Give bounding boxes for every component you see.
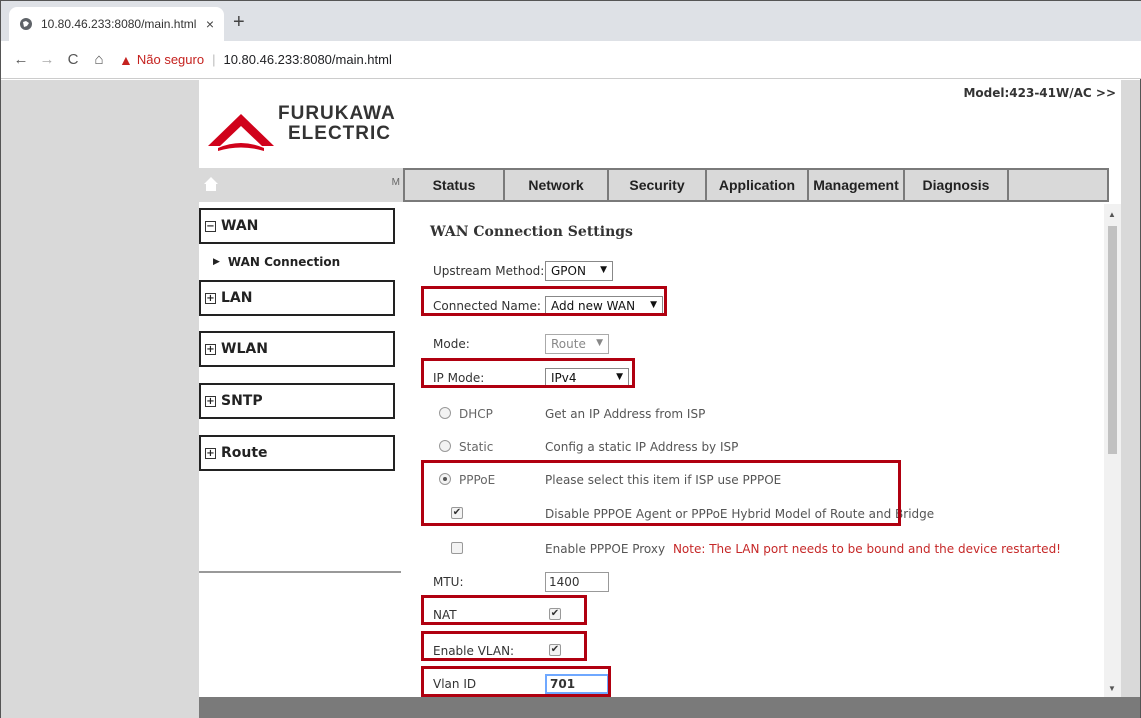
menu-blank: [1007, 170, 1109, 200]
home-bar-label: M: [391, 177, 400, 188]
main-menu: Status Network Security Application Mana…: [403, 168, 1109, 202]
page-title: WAN Connection Settings: [430, 224, 633, 240]
model-link[interactable]: Model:423-41W/AC >>: [963, 86, 1116, 100]
scroll-up-icon[interactable]: ▲: [1108, 210, 1116, 219]
close-tab-icon[interactable]: ×: [206, 16, 214, 32]
mode-value: Route: [551, 337, 586, 351]
home-button[interactable]: ⌂: [87, 48, 111, 72]
mode-select[interactable]: Route ▼: [545, 334, 609, 354]
wan-settings-panel: WAN Connection Settings Upstream Method:…: [403, 204, 1121, 697]
content-scrollbar[interactable]: ▲ ▼: [1104, 204, 1121, 697]
highlight-enable-vlan: [421, 631, 587, 661]
globe-icon: [20, 18, 32, 30]
logo-mark-icon: [208, 114, 274, 151]
sidebar-item-label: LAN: [221, 290, 253, 306]
mode-label: Mode:: [433, 337, 470, 351]
not-secure-label: Não seguro: [136, 52, 205, 67]
mtu-label: MTU:: [433, 575, 464, 589]
new-tab-button[interactable]: +: [233, 11, 245, 34]
bottom-bar: [199, 697, 1140, 718]
sidebar-item-wlan[interactable]: + WLAN: [199, 331, 395, 367]
browser-tabstrip: 10.80.46.233:8080/main.html × +: [1, 1, 1141, 41]
address-separator: |: [212, 52, 216, 67]
logo-line-2: ELECTRIC: [288, 123, 391, 144]
menu-network[interactable]: Network: [503, 170, 607, 200]
home-bar: M: [199, 168, 403, 202]
expand-icon: +: [205, 395, 216, 407]
url-text: 10.80.46.233:8080/main.html: [223, 52, 392, 67]
chevron-down-icon: ▼: [596, 338, 603, 348]
sidebar: − WAN ▶ WAN Connection + LAN + WLAN + SN…: [199, 208, 401, 573]
scroll-down-icon[interactable]: ▼: [1108, 684, 1116, 693]
expand-icon: +: [205, 447, 216, 459]
enable-proxy-row: Enable PPPOE Proxy Note: The LAN port ne…: [433, 539, 1073, 561]
sidebar-item-route[interactable]: + Route: [199, 435, 395, 471]
sidebar-item-wan-connection[interactable]: ▶ WAN Connection: [199, 244, 399, 280]
triangle-right-icon: ▶: [213, 257, 220, 267]
sidebar-item-sntp[interactable]: + SNTP: [199, 383, 395, 419]
enable-proxy-text: Enable PPPOE Proxy: [545, 542, 666, 556]
dhcp-row: DHCP Get an IP Address from ISP: [433, 404, 1033, 426]
forward-button[interactable]: →: [35, 48, 59, 72]
left-margin: [1, 80, 199, 718]
logo-line-1: FURUKAWA: [278, 103, 396, 124]
highlight-vlan-id: [421, 666, 611, 697]
dhcp-description: Get an IP Address from ISP: [545, 407, 706, 421]
menu-application[interactable]: Application: [705, 170, 807, 200]
highlight-pppoe: [421, 460, 901, 526]
menu-status[interactable]: Status: [403, 170, 503, 200]
collapse-icon: −: [205, 220, 216, 232]
upstream-value: GPON: [551, 264, 586, 278]
tab-title: 10.80.46.233:8080/main.html: [41, 17, 197, 31]
browser-toolbar: ← → C ⌂ ▲ Não seguro | 10.80.46.233:8080…: [1, 41, 1141, 79]
highlight-connected-name: [421, 286, 667, 316]
dhcp-radio[interactable]: [439, 407, 451, 419]
sidebar-item-label: WAN: [221, 218, 259, 234]
menu-management[interactable]: Management: [807, 170, 903, 200]
address-bar[interactable]: ▲ Não seguro | 10.80.46.233:8080/main.ht…: [119, 52, 392, 68]
sidebar-sub-label: WAN Connection: [227, 255, 341, 269]
router-page: FURUKAWA ELECTRIC Model:423-41W/AC >> M …: [1, 80, 1140, 718]
reload-button[interactable]: C: [61, 48, 85, 72]
proxy-note: Note: The LAN port needs to be bound and…: [672, 542, 1061, 556]
highlight-ip-mode: [421, 358, 635, 388]
expand-icon: +: [205, 343, 216, 355]
static-row: Static Config a static IP Address by ISP: [433, 437, 1033, 459]
upstream-select[interactable]: GPON ▼: [545, 261, 613, 281]
sidebar-item-wan[interactable]: − WAN: [199, 208, 395, 244]
sidebar-item-label: Route: [221, 445, 268, 461]
upstream-label: Upstream Method:: [433, 264, 545, 278]
chevron-down-icon: ▼: [600, 265, 607, 275]
back-button[interactable]: ←: [9, 48, 33, 72]
furukawa-logo: FURUKAWA ELECTRIC: [206, 102, 416, 156]
browser-tab[interactable]: 10.80.46.233:8080/main.html ×: [9, 7, 224, 41]
sidebar-item-label: SNTP: [221, 393, 263, 409]
static-radio[interactable]: [439, 440, 451, 452]
sidebar-item-label: WLAN: [221, 341, 268, 357]
dhcp-label: DHCP: [459, 407, 493, 421]
highlight-nat: [421, 595, 587, 625]
right-margin: [1121, 80, 1140, 718]
static-label: Static: [459, 440, 494, 454]
sidebar-divider: [199, 571, 401, 573]
menu-security[interactable]: Security: [607, 170, 705, 200]
mtu-input[interactable]: 1400: [545, 572, 609, 592]
warning-icon: ▲: [119, 51, 133, 68]
expand-icon: +: [205, 292, 216, 304]
enable-proxy-description: Enable PPPOE Proxy Note: The LAN port ne…: [545, 542, 1061, 556]
menu-diagnosis[interactable]: Diagnosis: [903, 170, 1007, 200]
logo-text: FURUKAWA ELECTRIC: [278, 104, 396, 144]
sidebar-item-lan[interactable]: + LAN: [199, 280, 395, 316]
enable-proxy-checkbox[interactable]: [451, 542, 463, 554]
scrollbar-thumb[interactable]: [1108, 226, 1117, 454]
home-icon[interactable]: [203, 176, 219, 192]
static-description: Config a static IP Address by ISP: [545, 440, 739, 454]
